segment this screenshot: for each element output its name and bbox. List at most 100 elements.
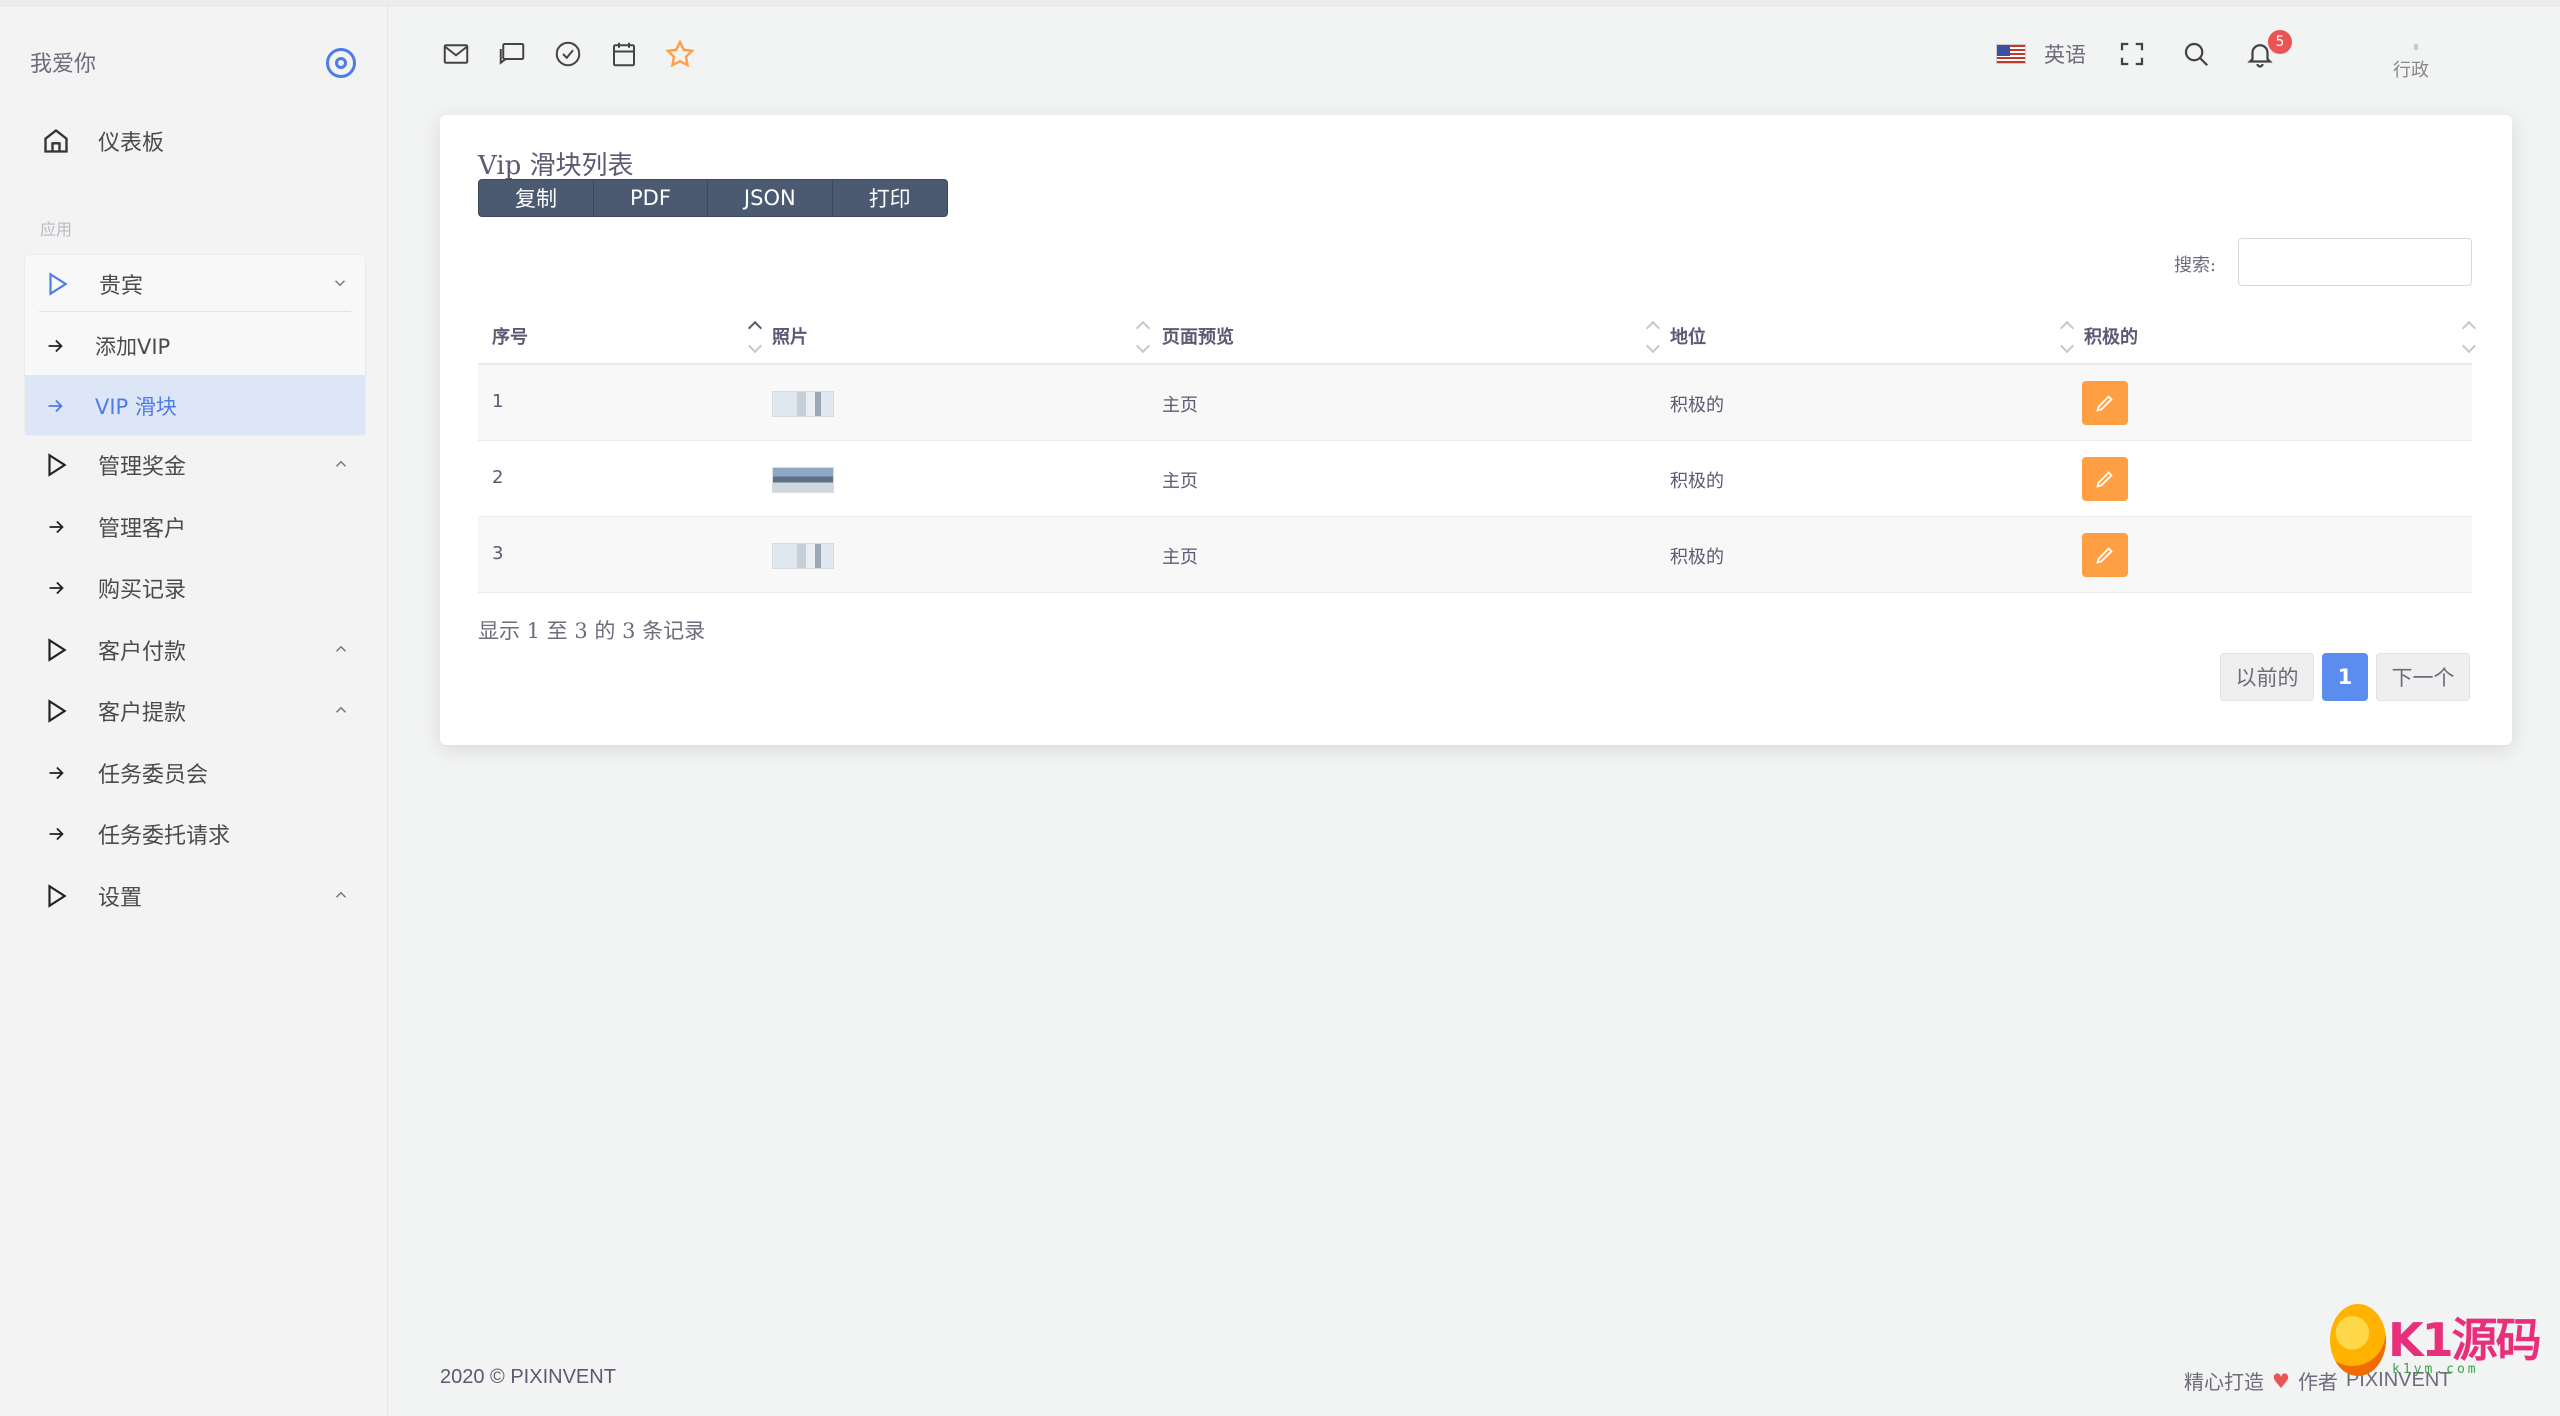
next-page-button[interactable]: 下一个	[2376, 653, 2470, 701]
column-header-status[interactable]: 地位	[1670, 323, 1706, 349]
brand-name[interactable]: 我爱你	[30, 46, 96, 78]
chevron-up-icon	[332, 885, 350, 910]
sidebar-item-withdrawals[interactable]: 客户提款	[24, 682, 366, 740]
avatar[interactable]	[2414, 44, 2418, 50]
sidebar-item-purchases[interactable]: 购买记录	[24, 559, 366, 617]
language-selector[interactable]: 英语	[2044, 39, 2086, 69]
edit-button[interactable]	[2082, 457, 2128, 501]
edit-button[interactable]	[2082, 533, 2128, 577]
arrow-right-icon	[41, 335, 69, 357]
pdf-button[interactable]: PDF	[594, 180, 708, 216]
column-header-id[interactable]: 序号	[492, 323, 528, 349]
sidebar-item-label: 贵宾	[99, 274, 144, 299]
pagination: 以前的 1 下一个	[2220, 653, 2470, 701]
sidebar-item-task-requests[interactable]: 任务委托请求	[24, 805, 366, 863]
home-icon	[40, 125, 72, 157]
play-icon	[40, 880, 72, 912]
pencil-icon	[2096, 471, 2113, 488]
edit-button[interactable]	[2082, 381, 2128, 425]
sidebar-item-label: 购买记录	[98, 578, 187, 603]
sidebar-item-label: 客户提款	[98, 701, 187, 726]
column-header-page[interactable]: 页面预览	[1162, 323, 1234, 349]
sort-icon[interactable]	[1645, 319, 1661, 355]
calendar-icon[interactable]	[608, 38, 640, 70]
arrow-right-icon	[41, 395, 69, 417]
row-status: 积极的	[1670, 471, 1724, 492]
sidebar-item-settings[interactable]: 设置	[24, 867, 366, 925]
mail-icon[interactable]	[440, 38, 472, 70]
column-header-active[interactable]: 积极的	[2084, 323, 2138, 349]
arrow-right-icon	[40, 818, 72, 850]
chat-icon[interactable]	[496, 38, 528, 70]
prev-page-button[interactable]: 以前的	[2220, 653, 2314, 701]
sidebar-item-vip[interactable]: 贵宾	[25, 255, 365, 313]
sidebar-item-add-vip[interactable]: 添加VIP	[41, 317, 361, 375]
pencil-icon	[2096, 547, 2113, 564]
sidebar-item-bonus[interactable]: 管理奖金	[24, 436, 366, 494]
page-button-current[interactable]: 1	[2322, 653, 2368, 701]
sort-icon[interactable]	[2059, 319, 2075, 355]
table-header: 序号 照片 页面预览 地位 积极的	[478, 309, 2477, 365]
pencil-icon	[2096, 395, 2113, 412]
row-status: 积极的	[1670, 547, 1724, 568]
sidebar-item-label: 任务委员会	[98, 763, 209, 788]
check-circle-icon[interactable]	[552, 38, 584, 70]
us-flag-icon[interactable]	[1996, 44, 2026, 64]
arrow-right-icon	[40, 757, 72, 789]
watermark-text: K1源码	[2388, 1313, 2542, 1367]
sidebar-item-label: 设置	[98, 886, 143, 911]
sidebar-item-dashboard[interactable]: 仪表板	[24, 112, 366, 170]
sidebar-item-label: 任务委托请求	[98, 824, 231, 849]
sidebar-item-label: 添加VIP	[95, 335, 171, 359]
row-page: 主页	[1162, 547, 1198, 568]
sidebar-item-label: 管理奖金	[98, 455, 187, 480]
watermark-logo: K1源码 k1ym.com	[2330, 1300, 2550, 1410]
search-icon[interactable]	[2180, 38, 2212, 70]
row-status: 积极的	[1670, 395, 1724, 416]
sidebar: 我爱你 仪表板 应用 贵宾 添加VIP VIP 滑块 管理奖金 管理客户 购买记…	[0, 6, 388, 1416]
play-icon	[40, 449, 72, 481]
fullscreen-icon[interactable]	[2116, 38, 2148, 70]
table-row: 2 主页 积极的	[478, 441, 2472, 517]
row-photo	[772, 467, 834, 493]
play-icon	[40, 634, 72, 666]
row-photo	[772, 543, 834, 569]
search-input[interactable]	[2238, 238, 2472, 286]
print-button[interactable]: 打印	[833, 180, 947, 216]
watermark-subtext: k1ym.com	[2392, 1362, 2479, 1377]
sidebar-item-label: 仪表板	[98, 131, 165, 156]
json-button[interactable]: JSON	[708, 180, 833, 216]
vip-slider-card: Vip 滑块列表 复制 PDF JSON 打印 搜索: 序号 照片 页面预览 地…	[440, 115, 2512, 745]
sidebar-item-customers[interactable]: 管理客户	[24, 498, 366, 556]
copy-button[interactable]: 复制	[479, 180, 594, 216]
user-name[interactable]: 行政	[2393, 56, 2429, 82]
sort-icon[interactable]	[2461, 319, 2477, 355]
page-title: Vip 滑块列表	[478, 151, 634, 181]
sidebar-section-label: 应用	[40, 220, 73, 239]
chevron-up-icon	[332, 639, 350, 664]
header-shortcuts	[440, 38, 696, 70]
arrow-right-icon	[40, 572, 72, 604]
row-page: 主页	[1162, 471, 1198, 492]
row-id: 3	[492, 543, 504, 564]
sidebar-item-task-committee[interactable]: 任务委员会	[24, 744, 366, 802]
play-icon	[41, 268, 73, 300]
row-page: 主页	[1162, 395, 1198, 416]
sidebar-toggle-icon[interactable]	[326, 48, 356, 78]
heart-icon: ♥	[2272, 1368, 2290, 1393]
sort-icon[interactable]	[747, 319, 763, 355]
vip-table: 序号 照片 页面预览 地位 积极的 1 主页 积极的 2 主页 积极的 3 主页…	[478, 309, 2477, 593]
search-label: 搜索:	[2174, 255, 2217, 276]
play-icon	[40, 695, 72, 727]
sort-icon[interactable]	[1135, 319, 1151, 355]
header-actions: 英语	[1996, 38, 2276, 70]
footer-made-with: 精心打造	[2184, 1370, 2264, 1394]
column-header-photo[interactable]: 照片	[772, 323, 808, 349]
sidebar-item-label: 客户付款	[98, 640, 187, 665]
sidebar-item-vip-slider[interactable]: VIP 滑块	[41, 377, 361, 435]
footer-copyright: 2020 © PIXINVENT	[440, 1366, 616, 1388]
chevron-down-icon	[331, 273, 349, 298]
sidebar-item-payments[interactable]: 客户付款	[24, 621, 366, 679]
chevron-up-icon	[332, 700, 350, 725]
star-icon[interactable]	[664, 38, 696, 70]
